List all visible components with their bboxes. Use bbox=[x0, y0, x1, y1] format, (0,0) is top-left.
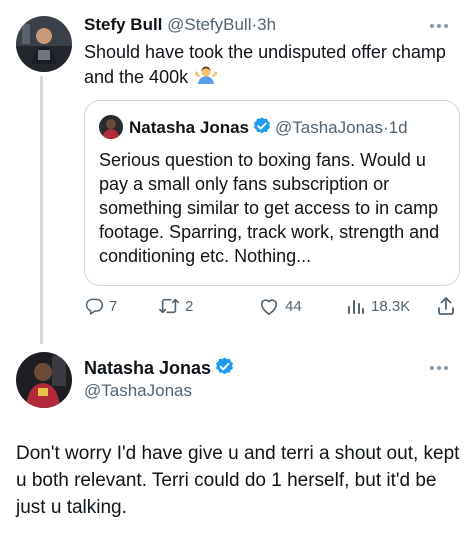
quoted-author-handle[interactable]: @TashaJonas bbox=[275, 118, 383, 137]
natasha-jonas-quote-avatar[interactable] bbox=[99, 115, 123, 139]
views-bar-chart-icon bbox=[346, 296, 366, 316]
retweet-icon bbox=[158, 296, 180, 316]
tweet1-more-icon[interactable] bbox=[430, 24, 452, 30]
reply-button[interactable]: 7 bbox=[84, 292, 117, 320]
tweet2-more-icon[interactable] bbox=[430, 366, 452, 372]
tweet2-author-name[interactable]: Natasha Jonas bbox=[84, 358, 211, 378]
retweet-button[interactable]: 2 bbox=[158, 292, 193, 320]
tweet1-header: Stefy Bull @StefyBull·3h bbox=[84, 14, 276, 36]
quoted-tweet-card[interactable]: Natasha Jonas @TashaJonas·1d Serious ques… bbox=[84, 100, 460, 286]
tweet2-text: Don't worry I'd have give u and terri a … bbox=[16, 443, 460, 518]
person-shrugging-emoji bbox=[195, 64, 218, 92]
tweet1-author-name[interactable]: Stefy Bull bbox=[84, 15, 162, 34]
natasha-jonas-avatar[interactable] bbox=[16, 352, 72, 408]
tweet1-action-bar: 7 2 44 18.3K bbox=[84, 292, 460, 320]
tweet1-text: Should have took the undisputed offer ch… bbox=[84, 40, 454, 92]
tweet1-author-handle[interactable]: @StefyBull bbox=[167, 15, 251, 34]
quoted-tweet-header: Natasha Jonas @TashaJonas·1d bbox=[129, 116, 408, 142]
quoted-tweet-text: Serious question to boxing fans. Would u… bbox=[99, 150, 440, 266]
reply-count: 7 bbox=[109, 297, 118, 315]
views-count: 18.3K bbox=[371, 297, 411, 315]
like-button[interactable]: 44 bbox=[258, 292, 302, 320]
tweet1-timestamp[interactable]: 3h bbox=[257, 15, 276, 34]
stefy-bull-avatar[interactable] bbox=[16, 16, 72, 72]
share-button[interactable] bbox=[436, 292, 456, 320]
thread-connector-line bbox=[40, 76, 43, 344]
verified-badge-icon bbox=[214, 356, 235, 382]
views-button[interactable]: 18.3K bbox=[346, 292, 410, 320]
retweet-count: 2 bbox=[185, 297, 194, 315]
tweet2-author-name-row: Natasha Jonas bbox=[84, 356, 238, 382]
quoted-timestamp[interactable]: 1d bbox=[389, 118, 408, 137]
tweet2-author-handle[interactable]: @TashaJonas bbox=[84, 380, 192, 402]
heart-icon bbox=[258, 296, 280, 316]
reply-icon bbox=[84, 296, 104, 316]
quoted-author-name[interactable]: Natasha Jonas bbox=[129, 118, 249, 137]
tweet1-text-body: Should have took the undisputed offer ch… bbox=[84, 42, 446, 87]
like-count: 44 bbox=[285, 297, 302, 315]
share-icon bbox=[436, 296, 456, 316]
verified-badge-icon bbox=[252, 116, 272, 142]
